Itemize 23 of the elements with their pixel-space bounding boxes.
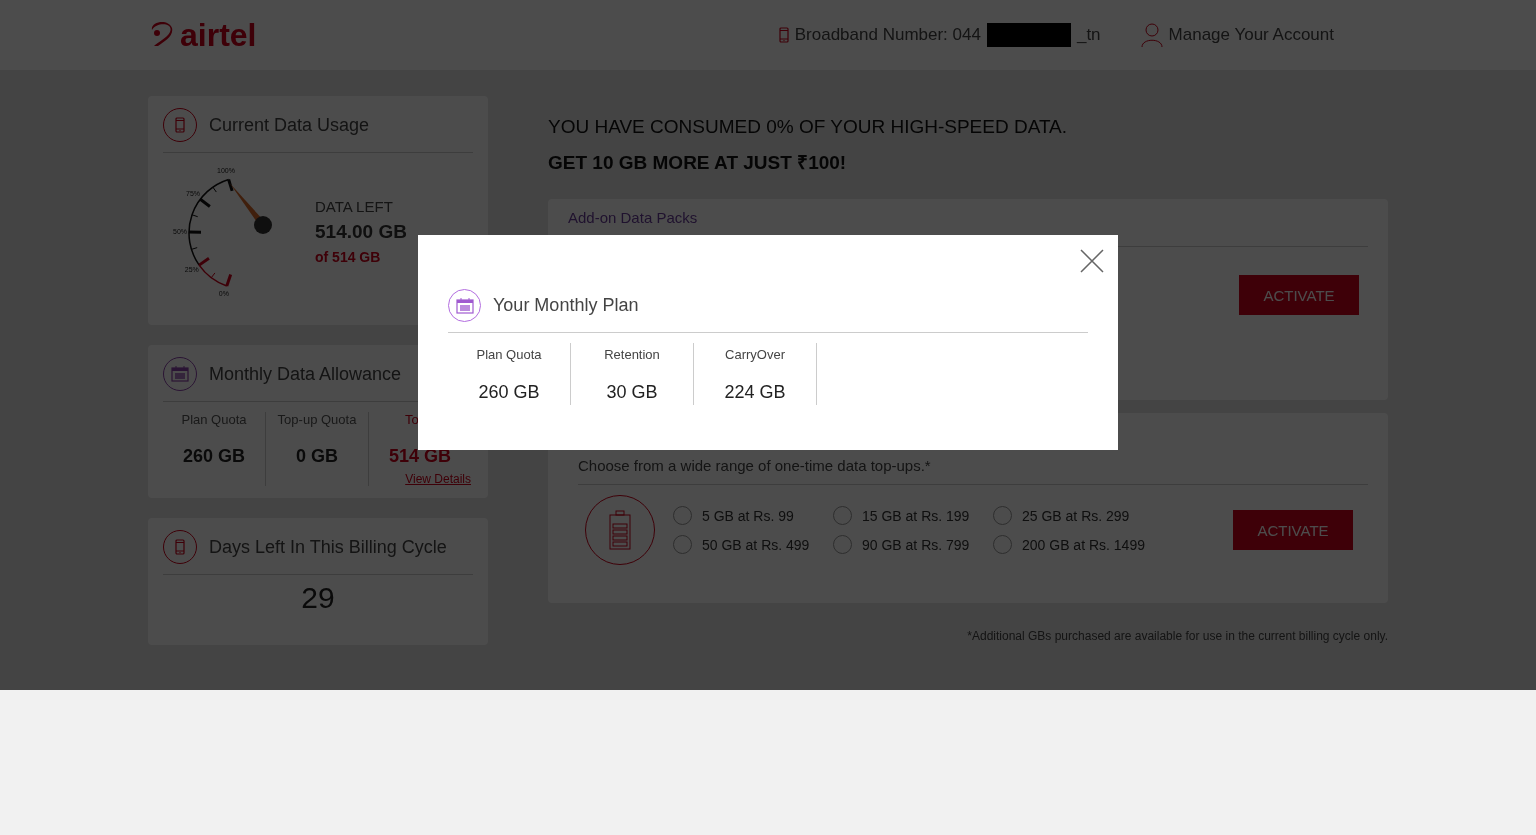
data-left-label: DATA LEFT <box>315 197 394 215</box>
plan-value: 260 GB <box>478 382 540 403</box>
usage-headline: YOU HAVE CONSUMED 0% OF YOUR HIGH-SPEED DATA. <box>548 116 1069 138</box>
plan-value: 30 GB <box>606 382 658 403</box>
close-button[interactable] <box>1080 249 1104 273</box>
quota-value: 0 GB <box>296 446 338 467</box>
broadband-number-suffix: _tn <box>1076 25 1101 45</box>
quota-label: To <box>405 412 420 427</box>
card-title: Current Data Usage <box>209 114 370 136</box>
quota-value: 260 GB <box>182 446 245 467</box>
data-total: of 514 GB <box>315 248 382 265</box>
dialog-title: Your Monthly Plan <box>493 295 639 316</box>
plan-label: Plan Quota <box>476 347 542 362</box>
plan-label: CarryOver <box>725 347 785 362</box>
broadband-number: Broadband Number: 044 <box>794 25 981 45</box>
card-title: Days Left In This Billing Cycle <box>209 536 447 558</box>
plan-label: Retention <box>604 347 660 362</box>
plan-value: 224 GB <box>724 382 786 403</box>
days-left-value: 29 <box>300 580 336 615</box>
card-title: Monthly Data Allowance <box>209 363 402 385</box>
offer-headline: GET 10 GB MORE AT JUST ₹100! <box>548 151 848 175</box>
data-left-value: 514.00 GB <box>315 220 407 243</box>
view-details-link[interactable]: View Details <box>405 472 471 486</box>
